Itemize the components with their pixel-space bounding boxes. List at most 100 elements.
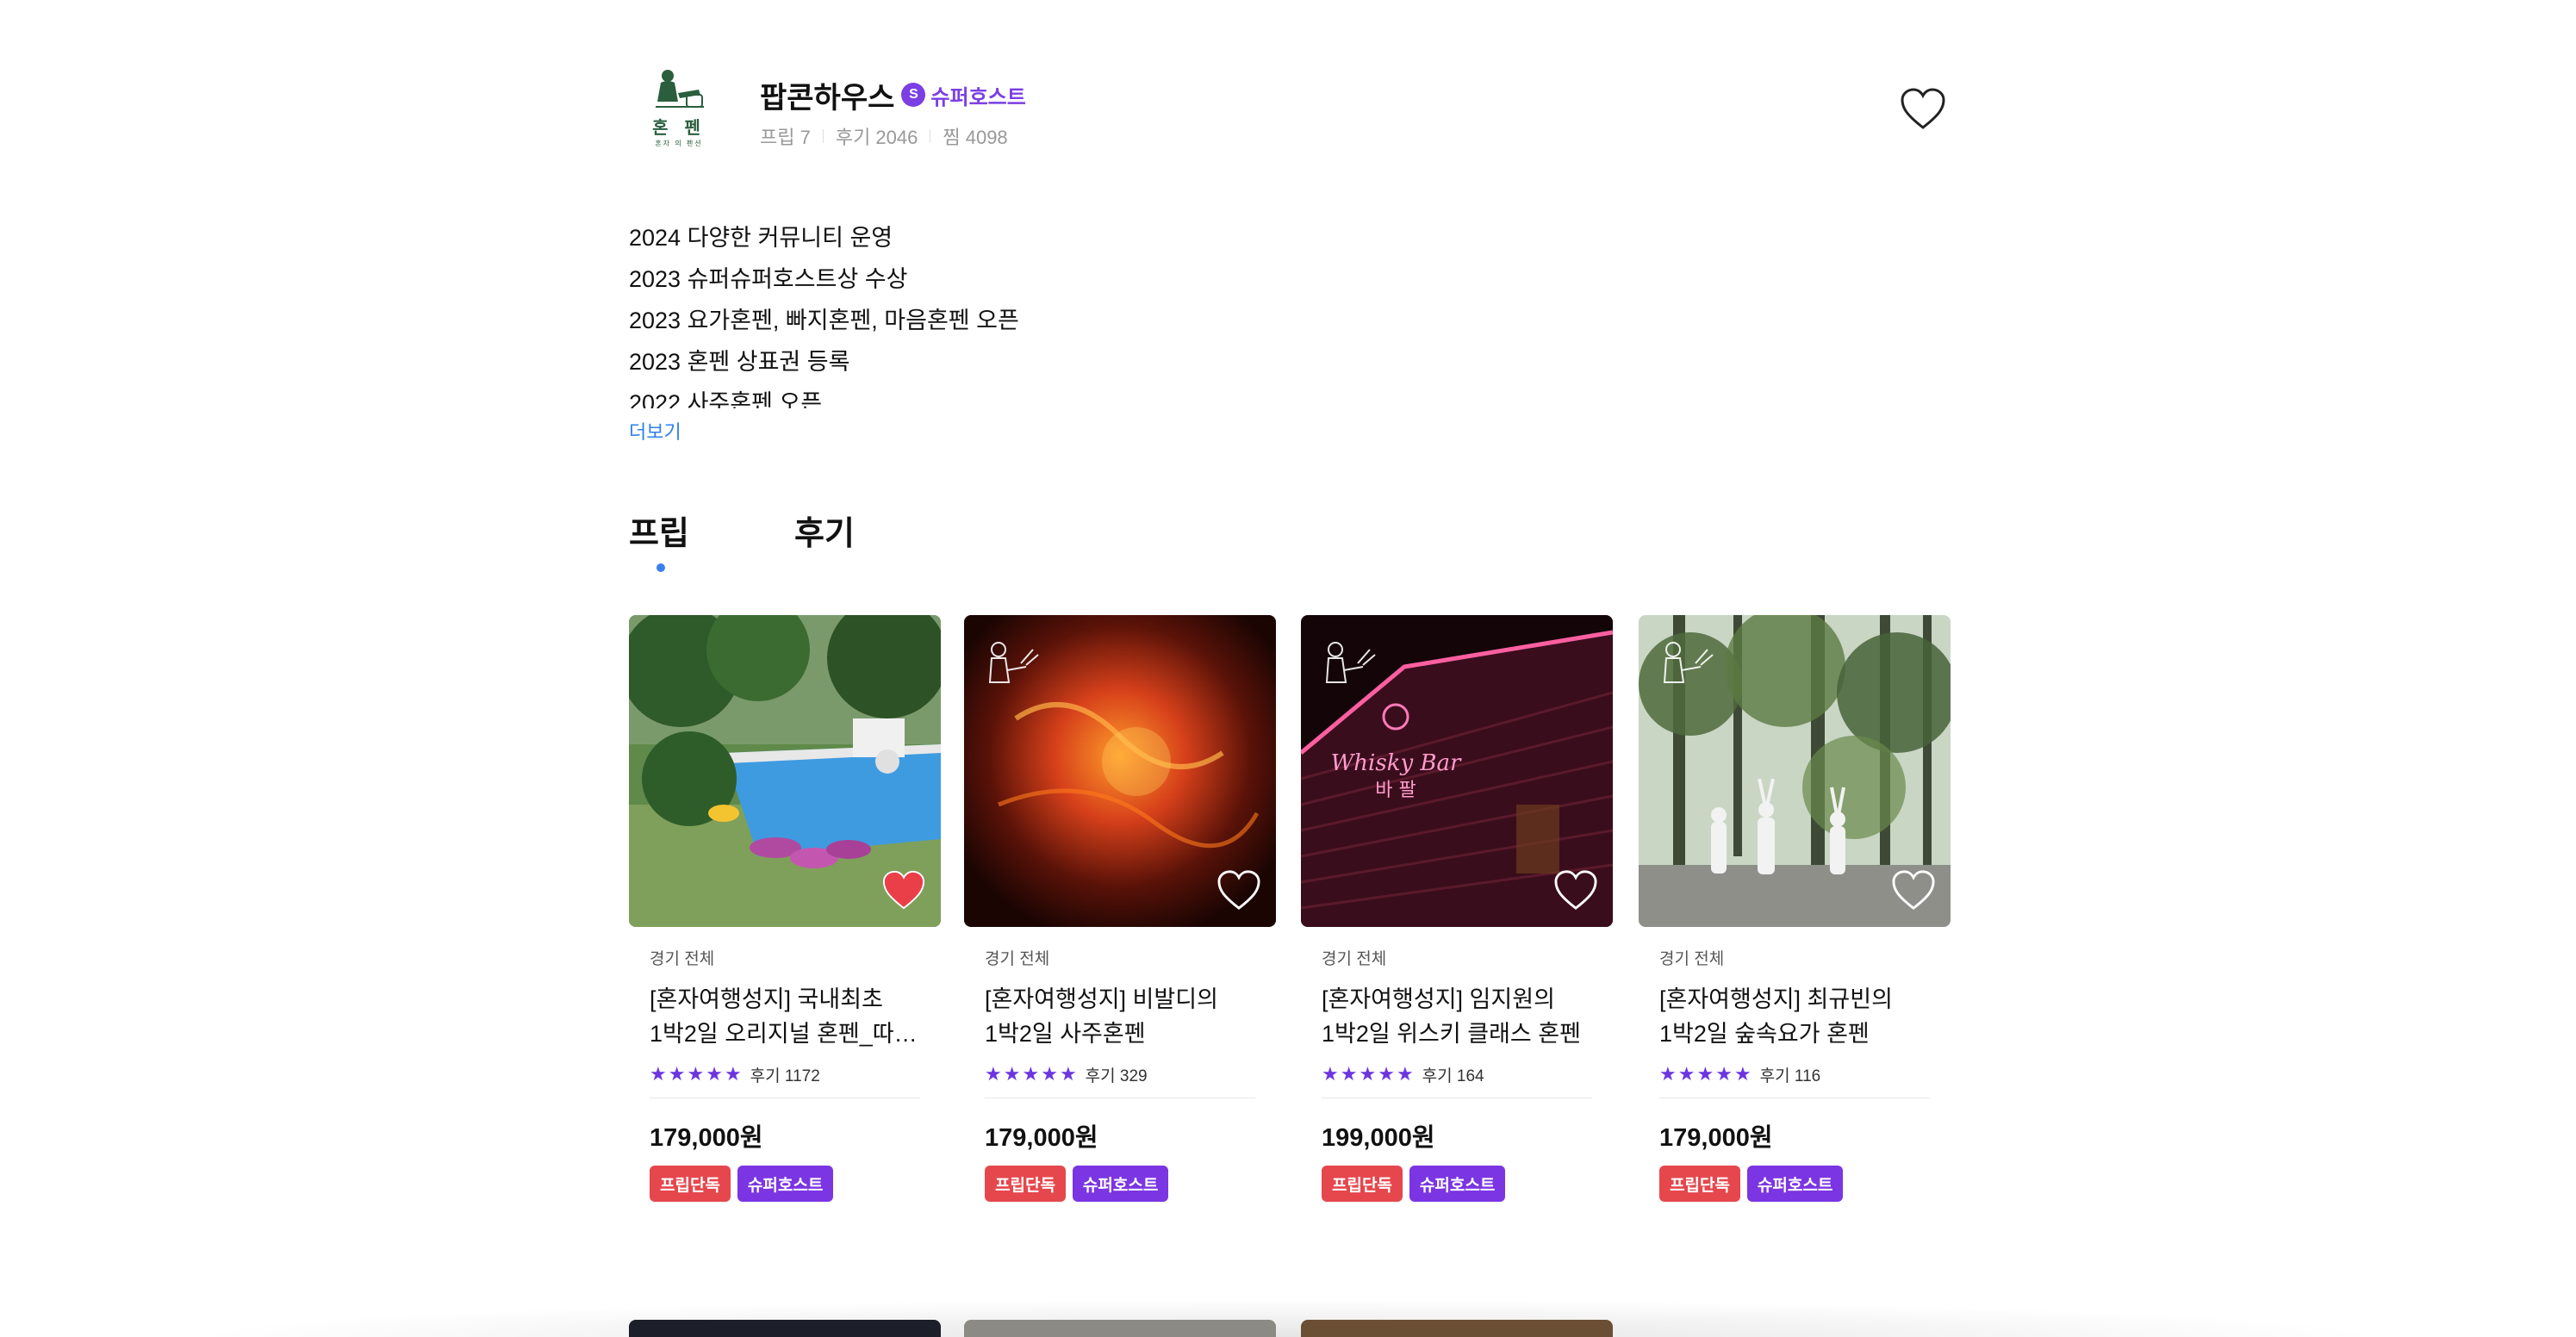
star-icon: ★ — [985, 1063, 1002, 1085]
host-bio: 2024 다양한 커뮤니티 운영 2023 슈퍼슈퍼호스트상 수상 2023 요… — [629, 217, 1490, 408]
trip-title[interactable]: [혼자여행성지] 임지원의 1박2일 위스키 클래스 혼펜 — [1322, 982, 1592, 1051]
star-icon: ★ — [1733, 1063, 1752, 1085]
trip-region: 경기 전체 — [650, 950, 715, 968]
tag-superhost: 슈퍼호스트 — [737, 1166, 834, 1202]
star-icon: ★ — [724, 1063, 742, 1085]
bio-line: 2023 슈퍼슈퍼호스트상 수상 — [629, 266, 908, 292]
trip-price: 179,000원 — [650, 1124, 763, 1152]
host-logo-word: 혼 펜 — [652, 117, 706, 138]
trip-tags: 프립단독 슈퍼호스트 — [1659, 1166, 1930, 1202]
whisky-bar-sign: Whisky Bar — [1331, 750, 1462, 776]
trip-rating: ★ ★ ★ ★ ★ 후기 116 — [1659, 1063, 1930, 1085]
review-count: 후기 329 — [1085, 1066, 1148, 1085]
host-stat-likes: 찜 4098 — [943, 127, 1008, 148]
review-count: 후기 164 — [1422, 1066, 1484, 1085]
trip-card[interactable]: 경기 전체 [혼자여행성지] 최규빈의 1박2일 숲속요가 혼펜 ★ ★ ★ ★ ★ 후… — [1639, 615, 1951, 1202]
trip-rating: ★ ★ ★ ★ ★ 후기 164 — [1322, 1063, 1592, 1085]
star-icon: ★ — [1322, 1063, 1339, 1085]
trip-region: 경기 전체 — [1659, 950, 1725, 968]
trip-card-image[interactable] — [629, 615, 941, 927]
trip-price: 179,000원 — [1659, 1124, 1773, 1152]
trip-card-image[interactable] — [1639, 615, 1951, 927]
host-logo-illustration — [656, 70, 704, 108]
trip-region: 경기 전체 — [1322, 950, 1387, 968]
trip-card-body: 경기 전체 [혼자여행성지] 비발디의 1박2일 사주혼펜 ★ ★ ★ ★ ★ 후기 3… — [964, 946, 1276, 1202]
star-icon: ★ — [1340, 1063, 1358, 1085]
bio-line: 2022 사주혼펜 오픈... — [629, 390, 842, 408]
star-icon: ★ — [1677, 1063, 1696, 1085]
host-logo: 혼 펜 혼자 의 펜션 — [639, 67, 719, 153]
star-icon: ★ — [1059, 1063, 1077, 1085]
tag-superhost: 슈퍼호스트 — [1409, 1166, 1506, 1202]
bio-line: 2024 다양한 커뮤니티 운영 — [629, 225, 893, 251]
tag-exclusive: 프립단독 — [650, 1166, 731, 1202]
trip-card-image[interactable] — [964, 615, 1276, 927]
star-icon: ★ — [1359, 1063, 1377, 1085]
trip-card[interactable]: 경기 전체 [혼자여행성지] 국내최초 1박2일 오리지널 혼펜_따듯한 여행 … — [629, 615, 941, 1202]
trip-card[interactable]: Whisky Bar 바 팔 경기 전체 [혼자여행성지] 임지원의 1박2일 … — [1301, 615, 1613, 1202]
trip-title-line: 1박2일 숲속요가 혼펜 — [1659, 1021, 1870, 1047]
star-icon: ★ — [687, 1063, 705, 1085]
active-tab-indicator — [656, 563, 665, 572]
star-icon: ★ — [1659, 1063, 1677, 1085]
bio-line: 2023 요가혼펜, 빠지혼펜, 마음혼펜 오픈 — [629, 308, 1019, 333]
trip-title[interactable]: [혼자여행성지] 최규빈의 1박2일 숲속요가 혼펜 — [1659, 982, 1930, 1051]
host-logo-sub: 혼자 의 펜션 — [655, 140, 703, 147]
whisky-bar-sign-korean: 바 팔 — [1375, 780, 1416, 801]
star-icon: ★ — [1715, 1063, 1733, 1085]
star-icon: ★ — [1696, 1063, 1714, 1085]
host-name-row: 팝콘하우스 S 슈퍼호스트 — [760, 76, 1026, 115]
trip-card-image[interactable]: Whisky Bar 바 팔 — [1301, 615, 1613, 927]
tab-reviews[interactable]: 후기 — [794, 507, 855, 554]
star-icon: ★ — [706, 1063, 723, 1085]
next-row-card-thumbnail[interactable] — [1301, 1320, 1613, 1337]
host-stats: 프립 7 후기 2046 찜 4098 — [760, 122, 1008, 150]
trip-title-line: 1박2일 위스키 클래스 혼펜 — [1322, 1021, 1581, 1047]
tag-exclusive: 프립단독 — [1659, 1166, 1740, 1202]
heart-outline-icon[interactable] — [1552, 868, 1599, 911]
star-icon: ★ — [1022, 1063, 1040, 1085]
heart-outline-icon[interactable] — [1216, 868, 1262, 911]
heart-outline-icon[interactable] — [1890, 868, 1937, 911]
tag-superhost: 슈퍼호스트 — [1072, 1166, 1169, 1202]
trip-title-line: [혼자여행성지] 최규빈의 — [1659, 986, 1893, 1012]
trip-price: 199,000원 — [1322, 1124, 1435, 1152]
trip-title-line: [혼자여행성지] 비발디의 — [985, 986, 1218, 1012]
trip-card[interactable]: 경기 전체 [혼자여행성지] 비발디의 1박2일 사주혼펜 ★ ★ ★ ★ ★ 후기 3… — [964, 615, 1276, 1202]
star-rating: ★ ★ ★ ★ ★ — [650, 1065, 742, 1084]
star-rating: ★ ★ ★ ★ ★ — [985, 1065, 1077, 1084]
star-rating: ★ ★ ★ ★ ★ — [1322, 1065, 1414, 1084]
star-rating: ★ ★ ★ ★ ★ — [1659, 1065, 1752, 1084]
star-icon: ★ — [1003, 1063, 1021, 1085]
host-profile-page: 혼 펜 혼자 의 펜션 팝콘하우스 S 슈퍼호스트 프립 7 후기 2046 찜… — [0, 0, 2576, 1337]
host-follow-heart-icon[interactable] — [1899, 86, 1947, 131]
trip-price: 179,000원 — [985, 1124, 1098, 1152]
review-count: 후기 116 — [1759, 1066, 1821, 1085]
trip-card-body: 경기 전체 [혼자여행성지] 최규빈의 1박2일 숲속요가 혼펜 ★ ★ ★ ★ ★ 후… — [1639, 946, 1951, 1202]
bio-more-link[interactable]: 더보기 — [629, 417, 681, 445]
trip-region: 경기 전체 — [985, 950, 1050, 968]
tag-superhost: 슈퍼호스트 — [1746, 1166, 1844, 1202]
superhost-badge: S 슈퍼호스트 — [901, 80, 1026, 110]
heart-filled-icon[interactable] — [880, 868, 927, 911]
trip-rating: ★ ★ ★ ★ ★ 후기 1172 — [650, 1063, 920, 1085]
host-name: 팝콘하우스 — [760, 81, 895, 115]
trip-rating: ★ ★ ★ ★ ★ 후기 329 — [985, 1063, 1255, 1085]
trip-title-line: [혼자여행성지] 임지원의 — [1322, 986, 1555, 1012]
star-icon: ★ — [1041, 1063, 1058, 1085]
trip-title-line: 1박2일 사주혼펜 — [985, 1021, 1146, 1047]
medal-icon: S — [901, 83, 926, 107]
bottom-fade-shadow — [0, 1292, 2576, 1337]
trip-tags: 프립단독 슈퍼호스트 — [1322, 1166, 1592, 1202]
tab-trips[interactable]: 프립 — [629, 507, 689, 554]
trip-title[interactable]: [혼자여행성지] 비발디의 1박2일 사주혼펜 — [985, 982, 1255, 1051]
star-icon: ★ — [1396, 1063, 1414, 1085]
next-row-card-thumbnail[interactable] — [964, 1320, 1276, 1337]
star-icon: ★ — [650, 1063, 667, 1085]
superhost-label: 슈퍼호스트 — [930, 85, 1026, 109]
next-row-card-thumbnail[interactable] — [629, 1320, 941, 1337]
trip-card-body: 경기 전체 [혼자여행성지] 국내최초 1박2일 오리지널 혼펜_따듯한 여행 … — [629, 946, 941, 1202]
star-icon: ★ — [668, 1063, 686, 1085]
trip-title[interactable]: [혼자여행성지] 국내최초 1박2일 오리지널 혼펜_따듯한 여행 — [650, 982, 920, 1051]
host-stat-trips: 프립 7 — [760, 127, 811, 148]
